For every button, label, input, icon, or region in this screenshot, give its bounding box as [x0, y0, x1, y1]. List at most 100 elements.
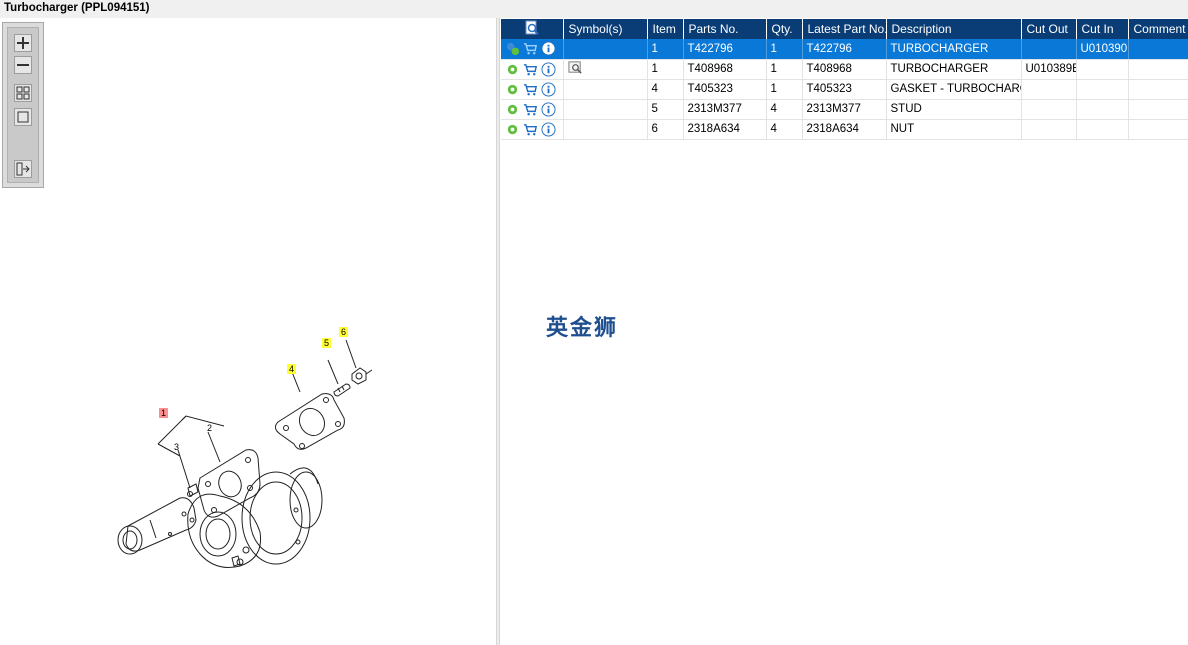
cell-part-no[interactable]: T422796: [683, 39, 767, 60]
parts-table: Symbol(s) Item Parts No. Qty. Latest Par…: [501, 19, 1188, 140]
header-qty[interactable]: Qty.: [766, 19, 803, 39]
cell-description: STUD: [886, 99, 1022, 120]
window-title: Turbocharger (PPL094151): [4, 2, 150, 14]
toolbox-inner: [7, 27, 39, 183]
callout-4[interactable]: 4: [287, 364, 297, 374]
cell-symbol: [563, 79, 648, 100]
info-icon[interactable]: [541, 101, 556, 117]
cart-icon[interactable]: [523, 102, 538, 117]
diagram-toolbox: [2, 22, 44, 188]
cell-cut-out: U010389B: [1021, 59, 1077, 80]
cell-cut-in: [1076, 59, 1129, 80]
cell-cut-out: [1021, 39, 1077, 60]
config-gear-icon[interactable]: [505, 122, 520, 137]
fit-window-icon: [17, 111, 29, 123]
cell-qty: 1: [766, 79, 803, 100]
cell-cut-in: [1076, 119, 1129, 140]
title-bar: Turbocharger (PPL094151): [0, 0, 1188, 18]
cell-cut-out: [1021, 99, 1077, 120]
info-icon[interactable]: [541, 61, 556, 77]
callout-6[interactable]: 6: [339, 327, 349, 337]
cell-item: 1: [647, 59, 684, 80]
turbocharger-drawing[interactable]: [100, 288, 400, 588]
cell-comment: [1128, 99, 1188, 120]
cell-qty: 1: [766, 59, 803, 80]
callout-5[interactable]: 5: [322, 338, 332, 348]
cell-comment: [1128, 39, 1188, 60]
table-row[interactable]: 6 2318A634 4 2318A634 NUT: [501, 119, 1188, 140]
toggle-list-button[interactable]: [14, 160, 32, 178]
config-gear-icon[interactable]: [505, 82, 520, 97]
parts-list-pane: Symbol(s) Item Parts No. Qty. Latest Par…: [500, 18, 1188, 645]
zoom-in-button[interactable]: [14, 34, 32, 52]
cell-part-no[interactable]: 2313M377: [683, 99, 767, 120]
cell-comment: [1128, 59, 1188, 80]
config-gear-icon[interactable]: [505, 102, 520, 117]
cell-description: TURBOCHARGER: [886, 39, 1022, 60]
cell-symbol: [563, 119, 648, 140]
cell-latest-part-no[interactable]: T422796: [802, 39, 887, 60]
table-header-row: Symbol(s) Item Parts No. Qty. Latest Par…: [501, 19, 1188, 39]
cell-item: 6: [647, 119, 684, 140]
header-description[interactable]: Description: [886, 19, 1022, 39]
cell-symbol[interactable]: [563, 59, 648, 80]
cell-description: GASKET - TURBOCHARGER: [886, 79, 1022, 100]
cell-item: 5: [647, 99, 684, 120]
cell-part-no[interactable]: 2318A634: [683, 119, 767, 140]
cell-cut-in: [1076, 79, 1129, 100]
zoom-in-icon: [17, 37, 29, 49]
cell-qty: 1: [766, 39, 803, 60]
label-2: 2: [207, 423, 213, 433]
config-gear-icon[interactable]: [505, 62, 520, 77]
search-parts-icon: [525, 20, 539, 35]
cell-item: 1: [647, 39, 684, 60]
toggle-list-icon: [16, 162, 30, 176]
cart-icon[interactable]: [523, 41, 538, 56]
header-parts-no[interactable]: Parts No.: [683, 19, 767, 39]
cell-description: TURBOCHARGER: [886, 59, 1022, 80]
watermark-text: 英金狮: [546, 316, 619, 341]
cell-comment: [1128, 79, 1188, 100]
header-symbol[interactable]: Symbol(s): [563, 19, 648, 39]
header-latest-part-no[interactable]: Latest Part No.: [802, 19, 887, 39]
cell-latest-part-no[interactable]: T405323: [802, 79, 887, 100]
cell-part-no[interactable]: T408968: [683, 59, 767, 80]
cell-latest-part-no[interactable]: T408968: [802, 59, 887, 80]
fit-all-icon: [16, 86, 30, 100]
table-row[interactable]: 5 2313M377 4 2313M377 STUD: [501, 99, 1188, 120]
zoom-out-button[interactable]: [14, 56, 32, 74]
info-icon[interactable]: [541, 121, 556, 137]
cell-cut-out: [1021, 119, 1077, 140]
cell-symbol: [563, 99, 648, 120]
callout-1[interactable]: 1: [159, 408, 169, 418]
table-row[interactable]: 4 T405323 1 T405323 GASKET - TURBOCHARGE…: [501, 79, 1188, 100]
cell-cut-in: [1076, 99, 1129, 120]
table-row[interactable]: 1 T422796 1 T422796 TURBOCHARGER U010390…: [501, 39, 1188, 60]
header-cut-out[interactable]: Cut Out: [1021, 19, 1077, 39]
info-icon[interactable]: [541, 81, 556, 97]
cart-icon[interactable]: [523, 122, 538, 137]
info-icon[interactable]: [541, 41, 556, 56]
cart-icon[interactable]: [523, 82, 538, 97]
cell-latest-part-no[interactable]: 2318A634: [802, 119, 887, 140]
cell-item: 4: [647, 79, 684, 100]
cell-latest-part-no[interactable]: 2313M377: [802, 99, 887, 120]
label-3: 3: [174, 442, 180, 452]
header-search[interactable]: [501, 19, 564, 39]
diagram-pane[interactable]: 1 4 5 6 2 3: [0, 18, 496, 645]
header-cut-in[interactable]: Cut In: [1076, 19, 1129, 39]
image-symbol-icon[interactable]: [567, 60, 583, 75]
header-item[interactable]: Item: [647, 19, 684, 39]
header-comment[interactable]: Comment: [1128, 19, 1188, 39]
cell-qty: 4: [766, 99, 803, 120]
cell-cut-out: [1021, 79, 1077, 100]
fit-window-button[interactable]: [14, 108, 32, 126]
table-row[interactable]: 1 T408968 1 T408968 TURBOCHARGER U010389…: [501, 59, 1188, 80]
fit-all-button[interactable]: [14, 84, 32, 102]
cell-symbol: [563, 39, 648, 60]
config-gear-icon[interactable]: [505, 41, 520, 56]
cart-icon[interactable]: [523, 62, 538, 77]
cell-cut-in: U010390B: [1076, 39, 1129, 60]
cell-part-no[interactable]: T405323: [683, 79, 767, 100]
cell-description: NUT: [886, 119, 1022, 140]
